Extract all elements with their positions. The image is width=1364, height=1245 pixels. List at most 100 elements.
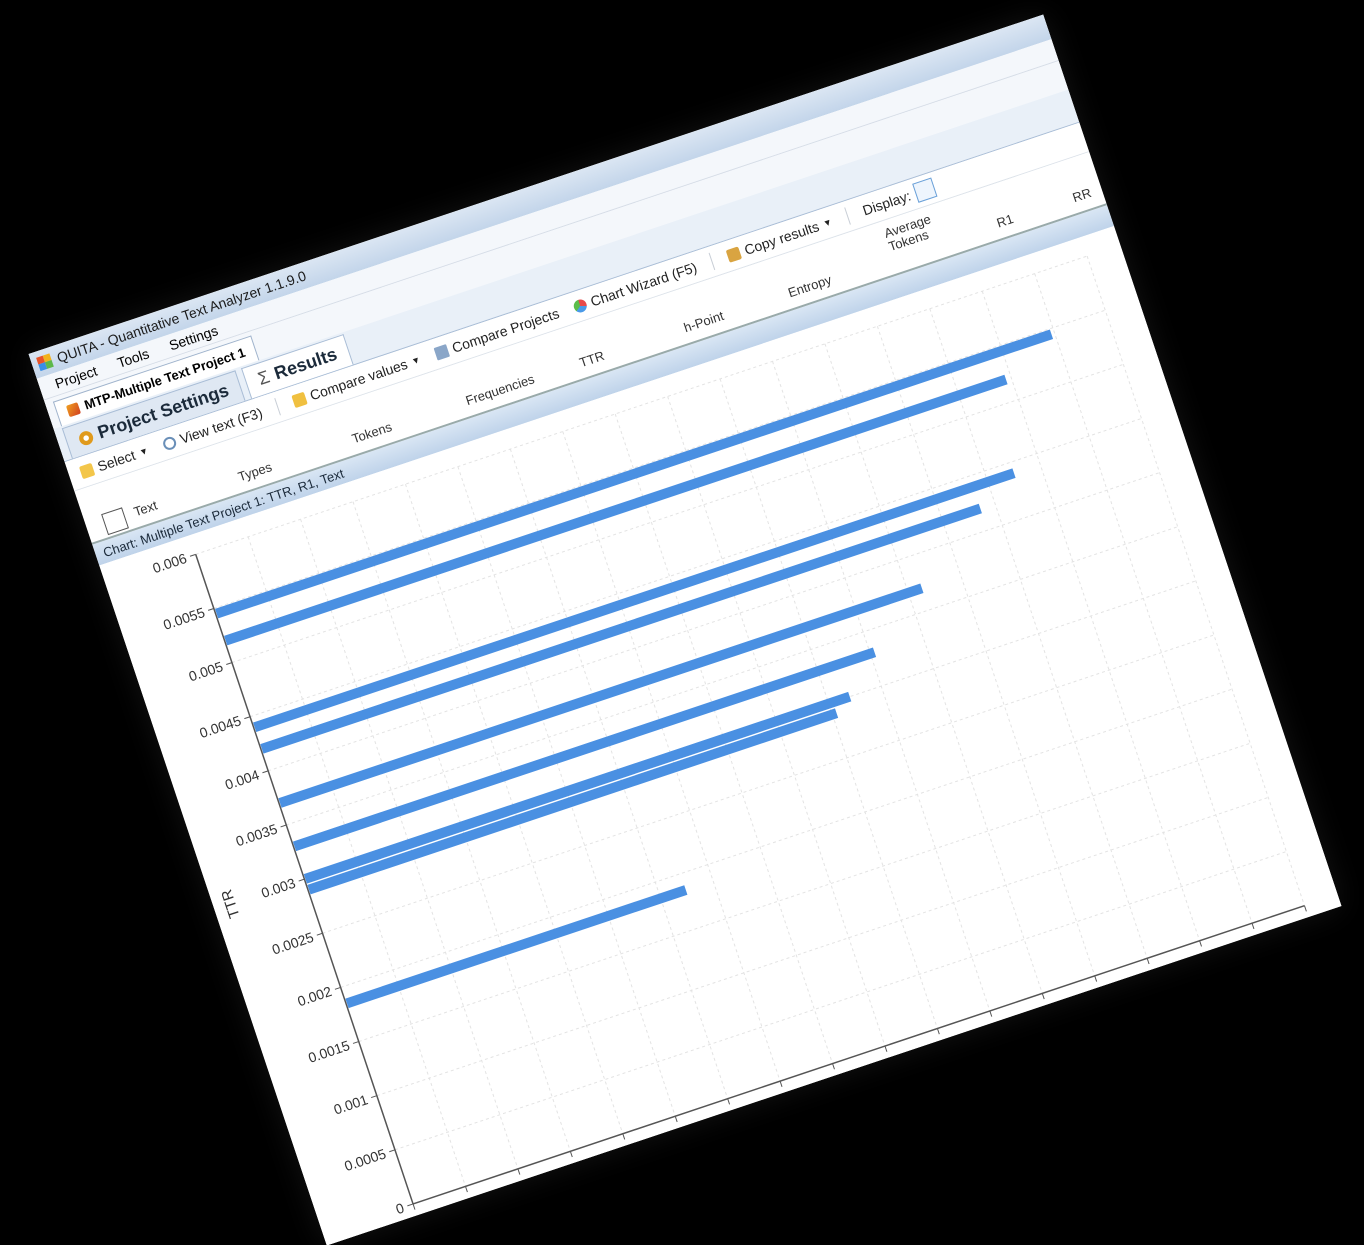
- x-tick-mark: [727, 1098, 731, 1105]
- document-icon: [433, 343, 450, 361]
- y-tick-label: 0.005: [187, 658, 226, 684]
- y-tick-mark: [389, 1149, 396, 1153]
- x-tick-mark: [936, 1028, 940, 1035]
- y-tick-label: 0.003: [259, 875, 298, 901]
- y-tick-mark: [262, 770, 269, 774]
- bar: [345, 885, 688, 1009]
- x-tick-mark: [1041, 993, 1045, 1000]
- compare-icon: [291, 391, 308, 408]
- clipboard-icon: [725, 245, 743, 263]
- x-tick-label: 0.085: [1291, 910, 1330, 936]
- select-icon: [78, 462, 96, 479]
- toolbar-separator: [274, 398, 281, 416]
- x-tick-mark: [569, 1151, 573, 1158]
- y-tick-mark: [244, 716, 251, 720]
- y-tick-mark: [298, 878, 305, 882]
- y-tick-mark: [316, 932, 323, 936]
- x-tick-mark: [1304, 905, 1307, 912]
- y-tick-label: 0.0045: [197, 712, 243, 741]
- sigma-icon: Σ: [255, 366, 273, 389]
- x-axis: [412, 904, 1305, 1205]
- settings-icon: [77, 428, 95, 447]
- magnifier-icon: [161, 434, 178, 452]
- x-tick-mark: [884, 1045, 888, 1052]
- x-tick-label: 0.075: [1186, 946, 1225, 972]
- x-tick-label: 0.045: [872, 1051, 911, 1077]
- x-tick-label: 0.025: [662, 1121, 701, 1147]
- grid-line-x: [876, 326, 1096, 977]
- column-text[interactable]: Text: [132, 498, 159, 520]
- bar: [307, 708, 839, 895]
- y-tick-mark: [280, 824, 287, 828]
- y-axis-label: TTR: [218, 887, 243, 920]
- x-tick-label: 0.015: [557, 1156, 596, 1182]
- column-ttr[interactable]: TTR: [577, 348, 606, 370]
- y-tick-label: 0.004: [223, 766, 262, 792]
- app-icon: [36, 353, 54, 372]
- x-tick-mark: [1251, 923, 1255, 930]
- select-label: Select: [95, 446, 138, 475]
- y-tick-mark: [370, 1095, 377, 1099]
- x-tick-label: 0: [413, 1213, 426, 1231]
- column-rr[interactable]: RR: [1071, 185, 1094, 205]
- x-tick-label: 0.02: [613, 1140, 644, 1164]
- y-tick-label: 0.002: [295, 983, 334, 1009]
- grid-line-y: [358, 742, 1251, 1043]
- chart-icon: [571, 297, 589, 314]
- y-tick-label: 0.001: [332, 1091, 371, 1117]
- column-entropy[interactable]: Entropy: [786, 272, 833, 300]
- y-tick-mark: [352, 1041, 359, 1044]
- display-mode-button[interactable]: [911, 177, 938, 203]
- x-tick-mark: [465, 1186, 468, 1193]
- column-tokens[interactable]: Tokens: [350, 419, 394, 446]
- project-icon: [65, 401, 81, 417]
- column-r1[interactable]: R1: [995, 211, 1016, 231]
- x-tick-label: 0.04: [823, 1070, 854, 1094]
- x-tick-mark: [674, 1116, 678, 1123]
- x-tick-mark: [1146, 958, 1150, 965]
- chevron-down-icon: ▼: [821, 216, 834, 229]
- x-tick-label: 0.08: [1243, 929, 1274, 953]
- x-tick-mark: [1199, 940, 1202, 947]
- grid-line-y: [268, 472, 1160, 772]
- y-tick-mark: [207, 608, 214, 611]
- x-tick-label: 0.065: [1082, 981, 1121, 1007]
- chevron-down-icon: ▼: [410, 354, 422, 367]
- y-tick-label: 0.006: [150, 550, 189, 576]
- x-tick-label: 0.03: [718, 1105, 749, 1129]
- y-axis: [194, 554, 414, 1205]
- column-types[interactable]: Types: [236, 459, 274, 484]
- grid-line-y: [394, 851, 1287, 1151]
- x-tick-label: 0.05: [928, 1035, 959, 1059]
- y-tick-label: 0.0015: [306, 1037, 352, 1066]
- x-tick-label: 0.06: [1033, 999, 1064, 1023]
- y-tick-label: 0.0055: [161, 604, 207, 633]
- x-tick-mark: [622, 1133, 626, 1140]
- app-window: QUITA - Quantitative Text Analyzer 1.1.9…: [28, 14, 1342, 1245]
- x-tick-mark: [832, 1063, 835, 1070]
- x-tick-label: 0.055: [977, 1016, 1016, 1042]
- chevron-down-icon: ▼: [137, 445, 150, 458]
- y-tick-label: 0: [394, 1199, 407, 1217]
- y-tick-mark: [407, 1203, 414, 1207]
- x-tick-mark: [517, 1168, 521, 1175]
- bar: [303, 691, 852, 884]
- x-tick-label: 0.005: [452, 1191, 491, 1217]
- y-tick-label: 0.0025: [270, 929, 316, 958]
- grid-corner: [101, 507, 129, 536]
- bar: [292, 647, 877, 852]
- x-tick-mark: [412, 1203, 416, 1210]
- column-h-point[interactable]: h-Point: [682, 308, 726, 335]
- y-tick-label: 0.0035: [234, 821, 280, 850]
- x-tick-mark: [989, 1010, 993, 1017]
- grid-line-x: [824, 343, 1043, 994]
- x-tick-label: 0.035: [767, 1086, 806, 1112]
- x-tick-label: 0.01: [509, 1175, 540, 1199]
- toolbar-separator: [708, 252, 716, 271]
- toolbar-separator: [844, 207, 851, 225]
- y-tick-mark: [189, 553, 196, 557]
- y-tick-mark: [226, 662, 233, 665]
- x-tick-mark: [779, 1080, 783, 1087]
- x-tick-mark: [1094, 975, 1098, 982]
- x-tick-label: 0.07: [1138, 964, 1169, 988]
